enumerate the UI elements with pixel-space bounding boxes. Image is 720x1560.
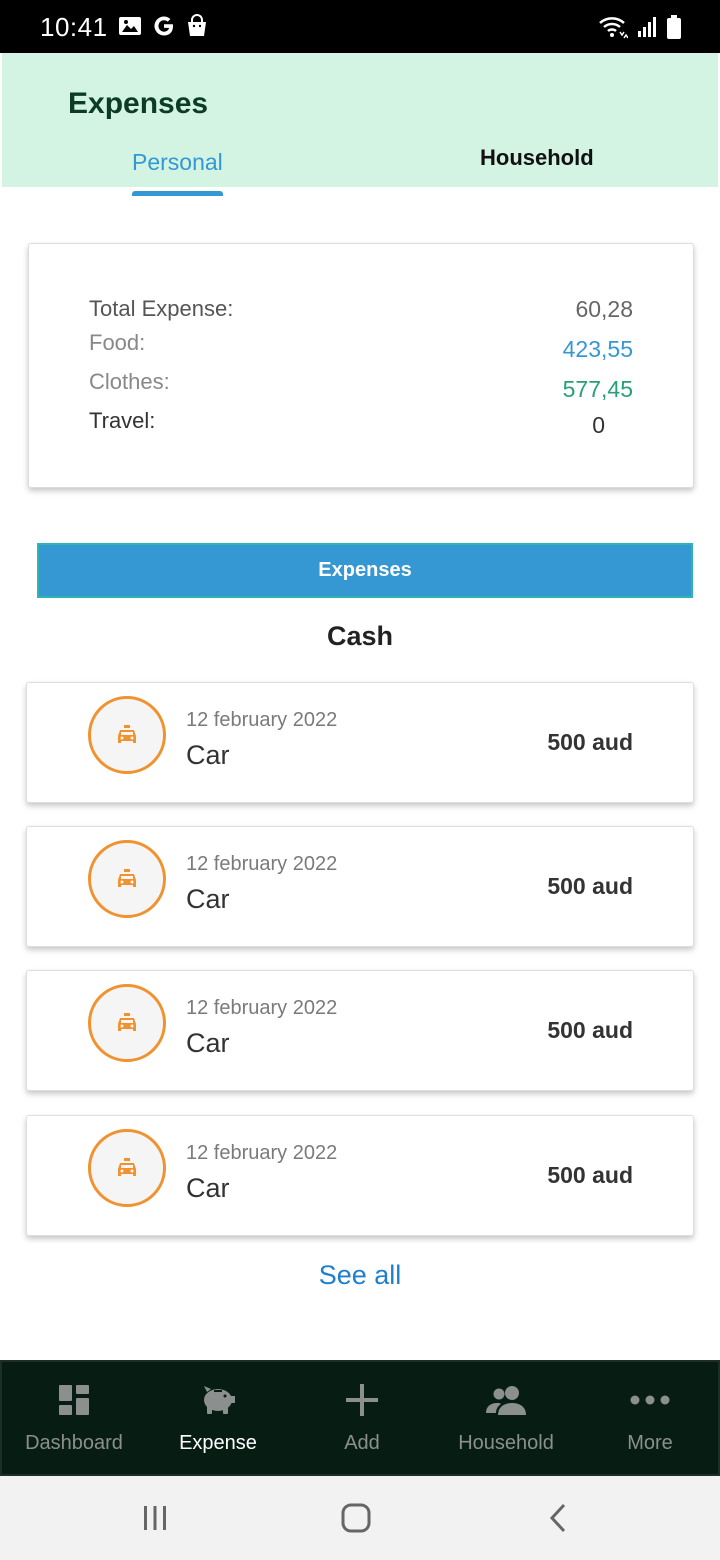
- more-icon: [578, 1380, 720, 1420]
- nav-label: Household: [458, 1432, 554, 1454]
- expenses-button[interactable]: Expenses: [37, 543, 693, 598]
- taxi-icon: [88, 696, 166, 774]
- tab-personal-label: Personal: [132, 149, 223, 175]
- piggy-bank-icon: [146, 1380, 290, 1420]
- summary-label: Food:: [89, 330, 146, 355]
- transaction-date: 12 february 2022: [186, 853, 338, 875]
- section-title: Cash: [326, 621, 394, 651]
- taxi-icon: [88, 840, 166, 918]
- nav-label: Dashboard: [25, 1432, 123, 1454]
- transaction-card[interactable]: 12 february 2022 Car 500 aud: [26, 970, 694, 1091]
- wifi-icon: [599, 17, 628, 39]
- signal-icon: [638, 17, 656, 37]
- tab-bar: Personal Household: [2, 141, 718, 196]
- status-time: 10:41: [40, 12, 108, 42]
- summary-value: 423,55: [562, 336, 633, 362]
- summary-value: 60,28: [575, 296, 633, 322]
- summary-label: Total Expense:: [89, 296, 234, 321]
- transaction-name: Car: [186, 1028, 230, 1058]
- taxi-icon: [88, 1129, 166, 1207]
- transaction-card[interactable]: 12 february 2022 Car 500 aud: [26, 826, 694, 947]
- transaction-date: 12 february 2022: [186, 997, 338, 1019]
- battery-icon: [667, 15, 681, 39]
- page-title: Expenses: [68, 87, 209, 120]
- dashboard-icon: [2, 1380, 146, 1420]
- status-bar: 10:41: [0, 0, 720, 53]
- expense-summary-card: Total Expense: 60,28 Food: 423,55 Clothe…: [28, 243, 694, 488]
- shopping-bag-icon: [188, 14, 206, 36]
- summary-label: Clothes:: [89, 369, 170, 394]
- summary-label: Travel:: [89, 408, 156, 433]
- nav-add[interactable]: Add: [290, 1362, 434, 1474]
- home-button[interactable]: [326, 1498, 386, 1538]
- nav-household[interactable]: Household: [434, 1362, 578, 1474]
- transaction-amount: 500 aud: [547, 1017, 633, 1043]
- nav-label: Add: [344, 1432, 380, 1454]
- transaction-amount: 500 aud: [547, 873, 633, 899]
- transaction-card[interactable]: 12 february 2022 Car 500 aud: [26, 682, 694, 803]
- google-icon: [154, 16, 173, 36]
- people-icon: [434, 1380, 578, 1420]
- nav-more[interactable]: More: [578, 1362, 720, 1474]
- transaction-date: 12 february 2022: [186, 1142, 338, 1164]
- status-notification-icons: [118, 14, 208, 38]
- status-system-icons: [598, 14, 682, 40]
- plus-icon: [290, 1380, 434, 1420]
- active-tab-indicator: [132, 191, 223, 196]
- transaction-name: Car: [186, 884, 230, 914]
- bottom-navigation: Dashboard Expense Add Household More: [0, 1360, 720, 1476]
- transaction-name: Car: [186, 1173, 230, 1203]
- summary-value: 0: [592, 412, 605, 438]
- recent-apps-button[interactable]: [125, 1498, 185, 1538]
- tab-household[interactable]: Household: [480, 145, 594, 171]
- transaction-amount: 500 aud: [547, 729, 633, 755]
- tab-household-label: Household: [480, 145, 594, 170]
- nav-dashboard[interactable]: Dashboard: [2, 1362, 146, 1474]
- see-all-link[interactable]: See all: [0, 1260, 720, 1291]
- back-button[interactable]: [528, 1498, 588, 1538]
- summary-value: 577,45: [562, 376, 633, 402]
- system-navigation-bar: [0, 1476, 720, 1560]
- tab-personal[interactable]: Personal: [132, 149, 223, 196]
- recent-apps-icon: [144, 1506, 166, 1530]
- nav-label: Expense: [179, 1432, 257, 1454]
- transaction-card[interactable]: 12 february 2022 Car 500 aud: [26, 1115, 694, 1236]
- transaction-name: Car: [186, 740, 230, 770]
- home-icon: [341, 1503, 371, 1533]
- back-icon: [549, 1503, 566, 1533]
- nav-expense[interactable]: Expense: [146, 1362, 290, 1474]
- taxi-icon: [88, 984, 166, 1062]
- transaction-amount: 500 aud: [547, 1162, 633, 1188]
- nav-label: More: [627, 1432, 673, 1454]
- app-header: Expenses Personal Household: [2, 53, 718, 196]
- gallery-icon: [119, 17, 141, 35]
- transaction-date: 12 february 2022: [186, 709, 338, 731]
